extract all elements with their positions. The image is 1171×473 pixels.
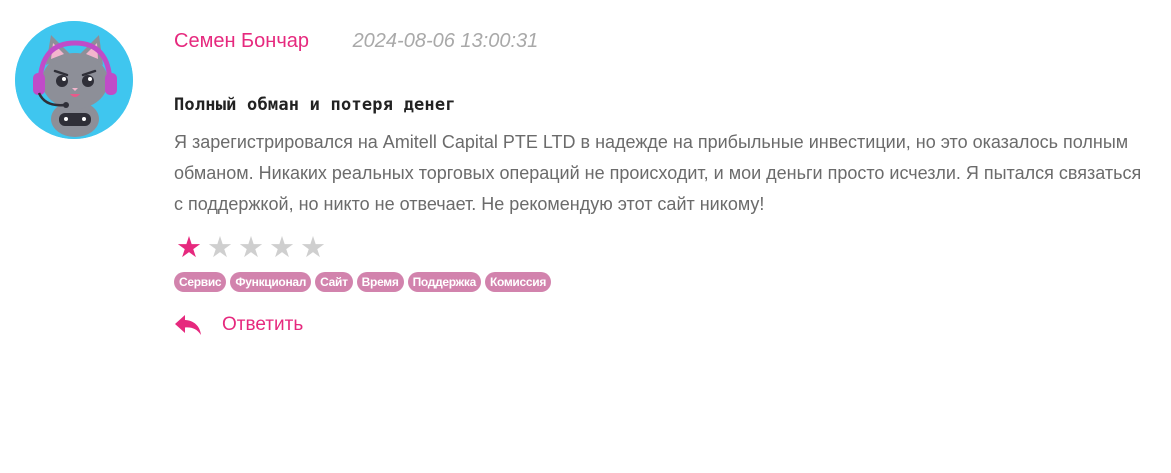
tag: Поддержка (407, 272, 481, 292)
reply-label: Ответить (222, 314, 304, 335)
star-empty-icon: ★ (300, 232, 326, 264)
tag: Сервис (174, 272, 227, 292)
review-tags: Сервис Функционал Сайт Время Поддержка К… (174, 272, 1149, 292)
review-text: Я зарегистрировался на Amitell Capital P… (174, 132, 1142, 214)
review-date: 2024-08-06 13:00:31 (352, 30, 539, 52)
author-name[interactable]: Семен Бончар (174, 30, 309, 52)
star-filled-icon: ★ (176, 232, 202, 264)
reply-arrow-icon (174, 314, 202, 336)
avatar (15, 21, 133, 139)
tag: Время (356, 272, 404, 292)
star-empty-icon: ★ (207, 232, 233, 264)
review-card: Семен Бончар 2024-08-06 13:00:31 Полный … (0, 0, 1171, 473)
star-empty-icon: ★ (269, 232, 295, 264)
star-empty-icon: ★ (238, 232, 264, 264)
review-content: Семен Бончар 2024-08-06 13:00:31 Полный … (174, 26, 1149, 337)
review-title: Полный обман и потеря денег (174, 95, 456, 115)
gamer-cat-avatar-icon (15, 21, 133, 139)
rating-stars: ★ ★ ★ ★ ★ (174, 233, 1149, 263)
review-meta: Семен Бончар 2024-08-06 13:00:31 (174, 26, 1149, 56)
tag: Сайт (315, 272, 353, 292)
tag: Функционал (230, 272, 312, 292)
tag: Комиссия (484, 272, 552, 292)
reply-button[interactable]: Ответить (174, 313, 1149, 337)
